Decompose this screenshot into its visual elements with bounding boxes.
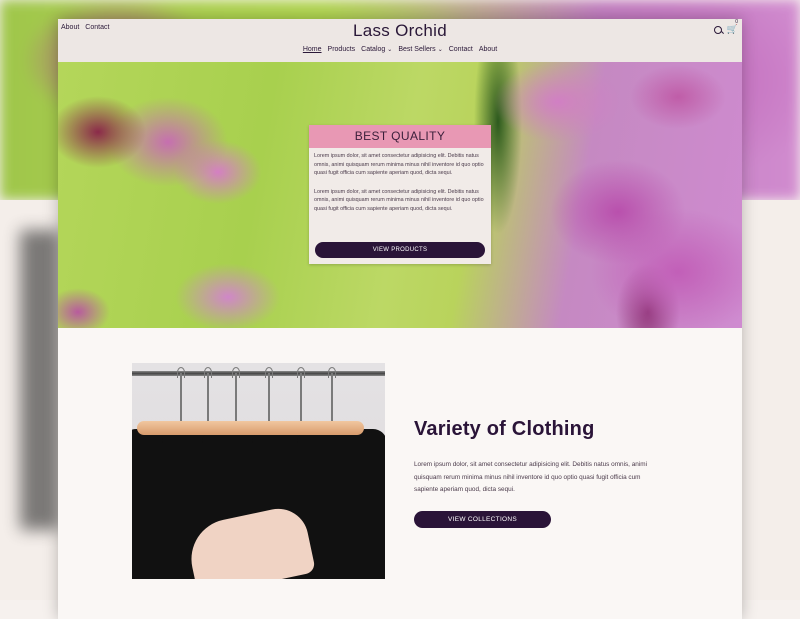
hanger bbox=[207, 373, 209, 421]
hero-banner: BEST QUALITY Lorem ipsum dolor, sit amet… bbox=[58, 62, 742, 328]
hanger bbox=[235, 373, 237, 421]
nav-contact-label: Contact bbox=[448, 46, 473, 53]
page-window: About Contact Lass Orchid Home Products … bbox=[58, 19, 742, 619]
search-icon[interactable] bbox=[713, 25, 722, 34]
nav-about[interactable]: About bbox=[479, 46, 497, 53]
nav-contact[interactable]: Contact bbox=[449, 46, 473, 53]
nav-products-label: Products bbox=[327, 46, 356, 53]
cart-count: 0 bbox=[735, 19, 738, 25]
nav-home-label: Home bbox=[302, 46, 322, 53]
nav-products[interactable]: Products bbox=[328, 46, 356, 53]
hero-title: BEST QUALITY bbox=[309, 125, 491, 148]
rack-rail bbox=[132, 371, 385, 376]
hanger bbox=[300, 373, 302, 421]
nav-home[interactable]: Home bbox=[303, 46, 322, 53]
hero-card: BEST QUALITY Lorem ipsum dolor, sit amet… bbox=[309, 125, 491, 264]
wooden-hanger bbox=[304, 421, 364, 435]
hanger bbox=[331, 373, 333, 421]
nav-catalog-label: Catalog bbox=[361, 46, 386, 53]
backdrop-dark-shape bbox=[20, 230, 60, 530]
main-nav: Home Products Catalog ⌄ Best Sellers ⌄ Con… bbox=[58, 46, 742, 53]
chevron-down-icon: ⌄ bbox=[437, 47, 443, 53]
clothing-feature-section: Variety of Clothing Lorem ipsum dolor, s… bbox=[58, 328, 742, 619]
nav-catalog[interactable]: Catalog ⌄ bbox=[361, 46, 392, 53]
hero-paragraph: Lorem ipsum dolor, sit amet consectetur … bbox=[314, 153, 484, 177]
hanger bbox=[180, 373, 182, 421]
nav-about-label: About bbox=[478, 46, 498, 53]
site-header: About Contact Lass Orchid Home Products … bbox=[58, 19, 742, 62]
hanger bbox=[268, 373, 270, 421]
cart-icon[interactable]: 🛒 0 bbox=[727, 19, 738, 35]
feature-text: Lorem ipsum dolor, sit amet consectetur … bbox=[414, 461, 648, 493]
nav-best-sellers-label: Best Sellers bbox=[398, 46, 436, 53]
hero-text: Lorem ipsum dolor, sit amet consectetur … bbox=[309, 148, 491, 214]
brand-logo[interactable]: Lass Orchid bbox=[58, 21, 742, 41]
hero-paragraph: Lorem ipsum dolor, sit amet consectetur … bbox=[314, 188, 484, 212]
header-icons: 🛒 0 bbox=[713, 19, 738, 35]
chevron-down-icon: ⌄ bbox=[387, 47, 393, 53]
feature-title: Variety of Clothing bbox=[414, 418, 595, 440]
nav-best-sellers[interactable]: Best Sellers ⌄ bbox=[398, 46, 442, 53]
view-products-button[interactable]: VIEW PRODUCTS bbox=[315, 242, 485, 258]
clothing-rack-image bbox=[132, 363, 385, 579]
view-collections-button[interactable]: VIEW COLLECTIONS bbox=[414, 511, 551, 528]
